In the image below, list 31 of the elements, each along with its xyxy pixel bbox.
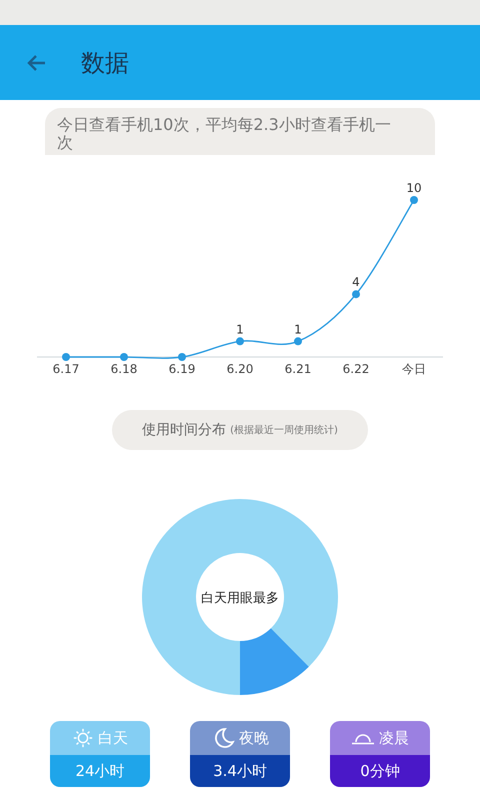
period-label: 凌晨 xyxy=(379,728,409,748)
period-value: 0分钟 xyxy=(360,762,400,780)
period-label: 夜晚 xyxy=(239,728,269,748)
donut-center-label: 白天用眼最多 xyxy=(201,591,279,606)
data-point xyxy=(62,353,70,361)
period-value: 24小时 xyxy=(75,762,125,780)
data-point xyxy=(178,353,186,361)
axis-label: 6.20 xyxy=(226,362,254,376)
axis-label: 今日 xyxy=(402,362,426,376)
value-label: 1 xyxy=(236,322,244,336)
value-label: 10 xyxy=(406,181,422,195)
data-point xyxy=(236,337,244,346)
axis-label: 6.18 xyxy=(110,362,138,376)
axis-label: 6.21 xyxy=(284,362,312,376)
value-label: 4 xyxy=(352,275,360,290)
axis-label: 6.19 xyxy=(168,362,196,376)
section-note: (根据最近一周使用统计) xyxy=(230,424,338,437)
data-point xyxy=(294,337,302,346)
period-label: 白天 xyxy=(98,728,128,748)
horizon-icon xyxy=(351,731,375,745)
sun-icon xyxy=(72,727,94,749)
axis-label: 6.17 xyxy=(52,362,80,376)
section-title: 使用时间分布 xyxy=(142,421,226,439)
page-title: 数据 xyxy=(81,48,129,78)
data-point xyxy=(352,290,360,298)
summary-text: 今日查看手机10次，平均每2.3小时查看手机一次 xyxy=(45,108,435,155)
data-point xyxy=(120,353,128,361)
axis-label: 6.22 xyxy=(342,362,370,376)
period-value: 3.4小时 xyxy=(213,762,267,780)
data-point xyxy=(410,196,418,204)
value-label: 1 xyxy=(294,322,302,336)
